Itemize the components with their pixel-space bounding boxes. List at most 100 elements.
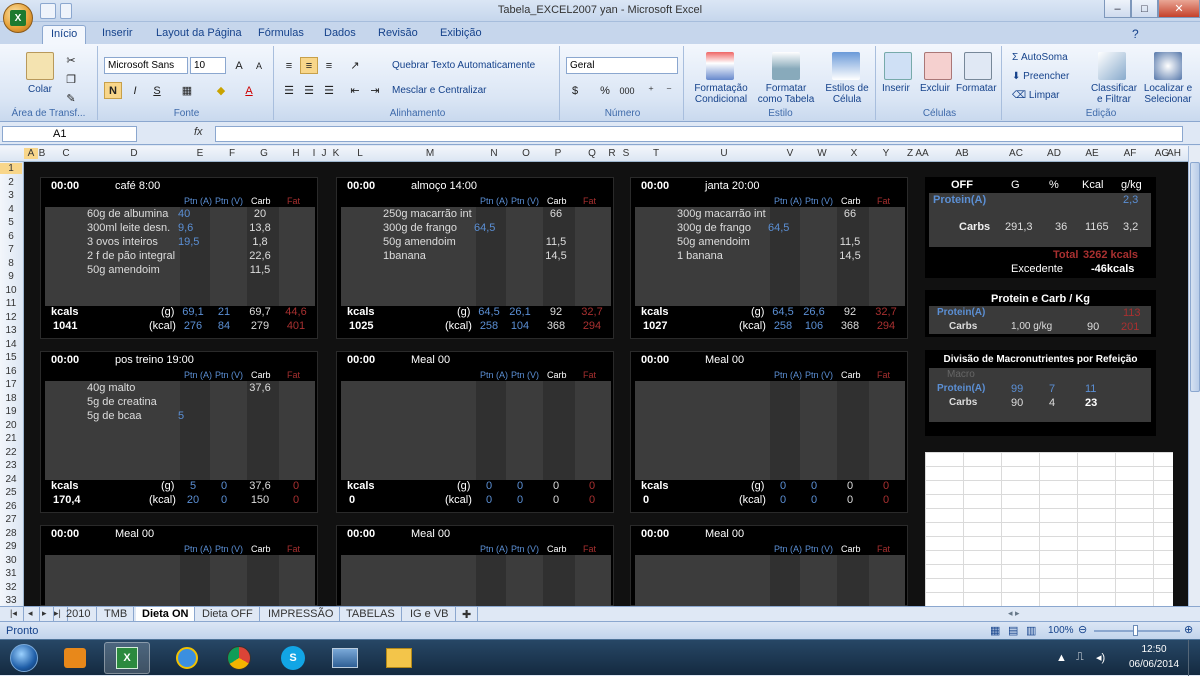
tab-layout[interactable]: Layout da Página — [148, 25, 250, 44]
taskbar-skype[interactable]: S — [270, 642, 316, 674]
row-header[interactable]: 7 — [0, 244, 22, 255]
meal-time[interactable]: 00:00 — [347, 354, 375, 366]
clock-date[interactable]: 06/06/2014 — [1124, 659, 1184, 670]
row-header[interactable]: 33 — [0, 595, 22, 606]
meal-name[interactable]: Meal 00 — [411, 528, 450, 540]
decrease-decimal-icon[interactable]: ⁻ — [660, 82, 678, 99]
cut-icon[interactable]: ✂ — [62, 52, 80, 69]
food-item[interactable]: 5g de creatina — [87, 396, 157, 408]
sheet-tab[interactable]: TABELAS — [340, 607, 402, 621]
clear-button[interactable]: ⌫ Limpar — [1012, 90, 1060, 101]
page-layout-icon[interactable]: ▤ — [1008, 624, 1018, 637]
taskbar-explorer[interactable] — [376, 642, 422, 674]
tab-revisao[interactable]: Revisão — [370, 25, 426, 44]
row-header[interactable]: 9 — [0, 271, 22, 282]
scroll-thumb[interactable] — [1190, 162, 1200, 392]
food-item[interactable]: 60g de albumina — [87, 208, 168, 220]
bold-button[interactable]: N — [104, 82, 122, 99]
office-button[interactable]: X — [3, 3, 33, 33]
network-icon[interactable]: ⎍ — [1076, 651, 1084, 664]
food-item[interactable]: 250g macarrão int — [383, 208, 472, 220]
row-header[interactable]: 4 — [0, 204, 22, 215]
conditional-format-button[interactable]: Formatação Condicional — [694, 83, 748, 105]
taskbar-app[interactable] — [322, 642, 368, 674]
cell-styles-button[interactable]: Estilos de Célula — [820, 83, 874, 105]
column-header[interactable]: AB — [952, 148, 972, 159]
row-header[interactable]: 16 — [0, 366, 22, 377]
insert-cells-button[interactable]: Inserir — [882, 83, 910, 94]
autosum-button[interactable]: Σ AutoSoma — [1012, 52, 1068, 63]
zoom-level[interactable]: 100% — [1048, 625, 1074, 636]
meal-name[interactable]: pos treino 19:00 — [115, 354, 194, 366]
percent-button[interactable]: % — [596, 82, 614, 99]
taskbar-chrome[interactable] — [216, 642, 262, 674]
row-header[interactable]: 1 — [0, 163, 22, 174]
row-header[interactable]: 3 — [0, 190, 22, 201]
formula-input[interactable] — [215, 126, 1183, 142]
row-header[interactable]: 22 — [0, 447, 22, 458]
meal-time[interactable]: 00:00 — [641, 528, 669, 540]
sort-filter-button[interactable]: Classificar e Filtrar — [1086, 83, 1142, 105]
increase-decimal-icon[interactable]: ⁺ — [642, 82, 660, 99]
macro-value[interactable]: 40 — [178, 208, 208, 220]
column-header[interactable]: N — [484, 148, 504, 159]
row-header[interactable]: 11 — [0, 298, 22, 309]
row-header[interactable]: 25 — [0, 487, 22, 498]
align-center-icon[interactable]: ☰ — [300, 82, 318, 99]
thousands-button[interactable]: 000 — [616, 82, 638, 99]
macro-value[interactable]: 37,6 — [245, 382, 275, 394]
font-name-combo[interactable]: Microsoft Sans — [104, 57, 188, 74]
fill-color-icon[interactable]: ◆ — [212, 82, 230, 99]
food-item[interactable]: 50g amendoim — [87, 264, 160, 276]
column-header[interactable]: C — [56, 148, 76, 159]
meal-name[interactable]: janta 20:00 — [705, 180, 759, 192]
volume-icon[interactable]: ◂) — [1096, 651, 1105, 664]
food-item[interactable]: 50g amendoim — [677, 236, 750, 248]
row-header[interactable]: 29 — [0, 541, 22, 552]
column-header[interactable]: S — [616, 148, 636, 159]
column-header[interactable]: AD — [1044, 148, 1064, 159]
find-select-button[interactable]: Localizar e Selecionar — [1140, 83, 1196, 105]
row-header[interactable]: 19 — [0, 406, 22, 417]
column-header[interactable]: G — [254, 148, 274, 159]
row-header[interactable]: 27 — [0, 514, 22, 525]
copy-icon[interactable]: ❐ — [62, 71, 80, 88]
tab-inserir[interactable]: Inserir — [94, 25, 141, 44]
column-header[interactable]: B — [32, 148, 52, 159]
macro-value[interactable]: 13,8 — [245, 222, 275, 234]
column-header[interactable]: W — [812, 148, 832, 159]
row-header[interactable]: 12 — [0, 312, 22, 323]
row-header[interactable]: 5 — [0, 217, 22, 228]
delete-cells-button[interactable]: Excluir — [920, 83, 950, 94]
row-header[interactable]: 28 — [0, 528, 22, 539]
align-right-icon[interactable]: ☰ — [320, 82, 338, 99]
tab-formulas[interactable]: Fórmulas — [250, 25, 312, 44]
column-header[interactable]: H — [286, 148, 306, 159]
meal-name[interactable]: Meal 00 — [115, 528, 154, 540]
meal-time[interactable]: 00:00 — [641, 180, 669, 192]
column-header[interactable]: U — [714, 148, 734, 159]
align-middle-icon[interactable]: ≡ — [300, 57, 318, 74]
food-item[interactable]: 50g amendoim — [383, 236, 456, 248]
font-size-combo[interactable]: 10 — [190, 57, 226, 74]
clock-time[interactable]: 12:50 — [1132, 644, 1176, 655]
taskbar-media-player[interactable] — [52, 642, 98, 674]
grow-font-icon[interactable]: A — [230, 57, 248, 74]
macro-value[interactable]: 14,5 — [541, 250, 571, 262]
macro-value[interactable]: 64,5 — [474, 222, 504, 234]
row-header[interactable]: 10 — [0, 285, 22, 296]
meal-time[interactable]: 00:00 — [51, 354, 79, 366]
food-item[interactable]: 300g de frango — [677, 222, 751, 234]
row-header[interactable]: 13 — [0, 325, 22, 336]
macro-value[interactable]: 14,5 — [835, 250, 865, 262]
fill-button[interactable]: ⬇ Preencher — [1012, 71, 1069, 82]
row-header[interactable]: 18 — [0, 393, 22, 404]
column-header[interactable]: AF — [1120, 148, 1140, 159]
format-table-button[interactable]: Formatar como Tabela — [756, 83, 816, 105]
sheet-tab[interactable]: IG e VB — [404, 607, 456, 621]
normal-view-icon[interactable]: ▦ — [990, 624, 1000, 637]
food-item[interactable]: 300g macarrão int — [677, 208, 766, 220]
show-desktop-button[interactable] — [1188, 640, 1200, 676]
food-item[interactable]: 5g de bcaa — [87, 410, 141, 422]
food-item[interactable]: 300g de frango — [383, 222, 457, 234]
